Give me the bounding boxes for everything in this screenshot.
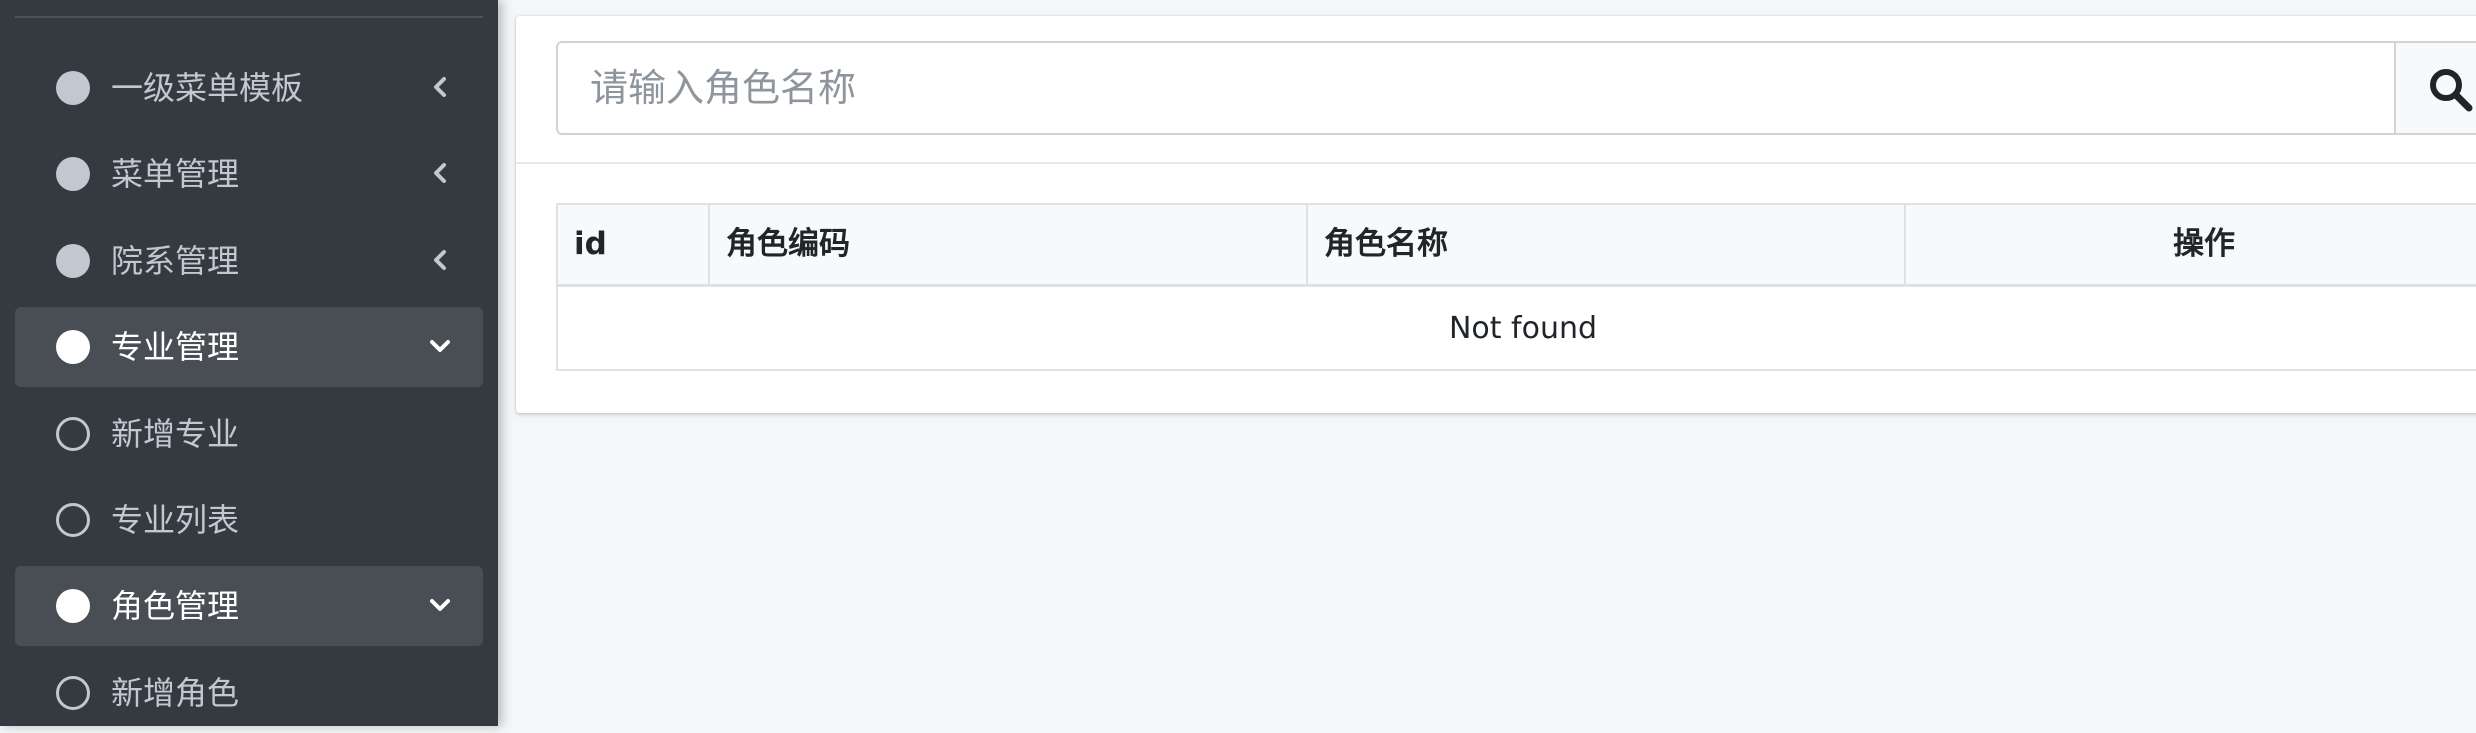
- circle-icon: [56, 244, 90, 278]
- circle-icon: [56, 589, 90, 623]
- column-header-actions: 操作: [1904, 205, 2476, 284]
- chevron-down-icon: [430, 340, 450, 352]
- chevron-left-icon: [434, 77, 446, 97]
- sidebar-item-major-list[interactable]: 专业列表: [15, 480, 483, 560]
- circle-outline-icon: [56, 503, 90, 537]
- search-button[interactable]: [2394, 41, 2476, 135]
- search-input[interactable]: [556, 41, 2436, 135]
- circle-outline-icon: [56, 417, 90, 451]
- chevron-left-icon: [434, 250, 446, 270]
- sidebar-item-label: 菜单管理: [111, 155, 240, 193]
- circle-icon: [56, 157, 90, 191]
- sidebar-item-label: 新增专业: [111, 415, 240, 453]
- table-header: id 角色编码 角色名称 操作: [558, 205, 2476, 287]
- sidebar-divider: [15, 16, 483, 18]
- column-header-role-code[interactable]: 角色编码: [708, 205, 1306, 284]
- sidebar-item-menu-template[interactable]: 一级菜单模板: [15, 48, 483, 128]
- circle-icon: [56, 71, 90, 105]
- search-icon: [2430, 69, 2473, 112]
- column-header-role-name[interactable]: 角色名称: [1306, 205, 1904, 284]
- chevron-left-icon: [434, 163, 446, 183]
- sidebar-item-label: 一级菜单模板: [111, 69, 304, 107]
- sidebar-item-department-management[interactable]: 院系管理: [15, 221, 483, 301]
- circle-icon: [56, 330, 90, 364]
- sidebar-item-menu-management[interactable]: 菜单管理: [15, 134, 483, 214]
- column-header-id[interactable]: id: [558, 205, 708, 284]
- sidebar-item-add-role[interactable]: 新增角色: [15, 653, 483, 733]
- circle-outline-icon: [56, 676, 90, 710]
- sidebar: 一级菜单模板 菜单管理 院系管理 专业管理 新增专业 专业列表 角色管理 新增角…: [0, 0, 498, 726]
- sidebar-item-add-major[interactable]: 新增专业: [15, 394, 483, 474]
- card-header: [516, 16, 2476, 164]
- sidebar-item-major-management[interactable]: 专业管理: [15, 307, 483, 387]
- sidebar-item-label: 专业列表: [111, 501, 240, 539]
- sidebar-item-label: 专业管理: [111, 328, 240, 366]
- sidebar-item-role-management[interactable]: 角色管理: [15, 566, 483, 646]
- role-table: id 角色编码 角色名称 操作 Not found: [556, 203, 2476, 371]
- table-empty-message: Not found: [1448, 311, 1598, 346]
- chevron-down-icon: [430, 599, 450, 611]
- sidebar-item-label: 院系管理: [111, 242, 240, 280]
- sidebar-item-label: 新增角色: [111, 674, 240, 712]
- sidebar-item-label: 角色管理: [111, 587, 240, 625]
- role-list-card: id 角色编码 角色名称 操作 Not found: [516, 16, 2476, 413]
